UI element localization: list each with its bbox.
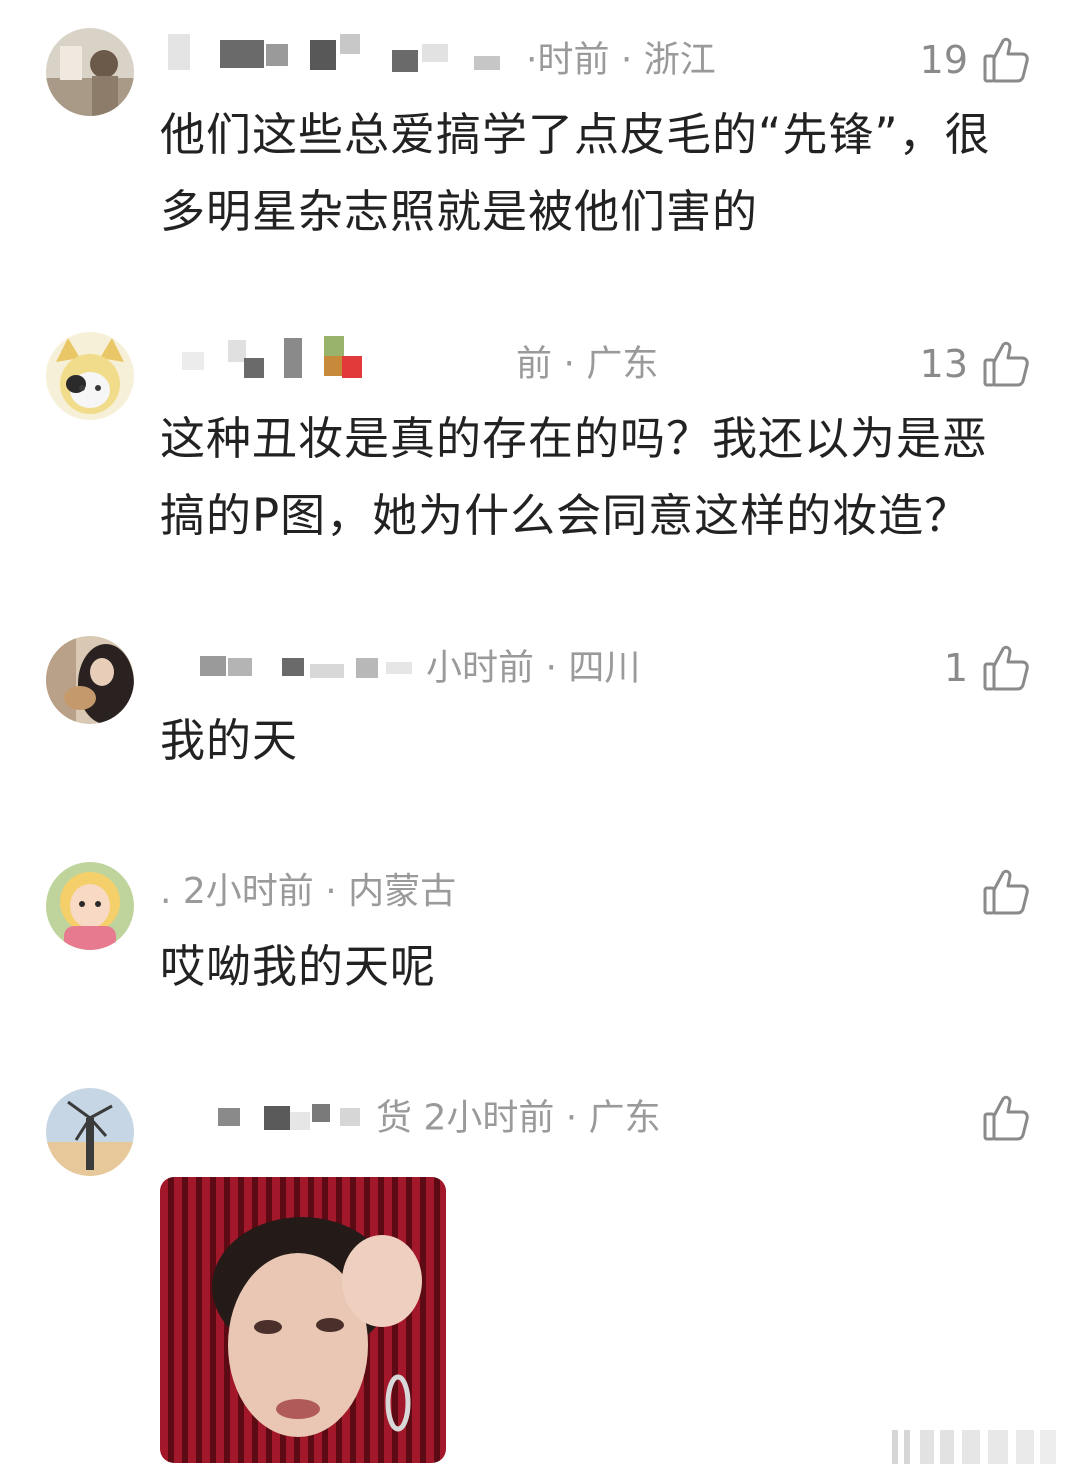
like-count: 19 <box>919 38 968 82</box>
like-count: 13 <box>919 342 968 386</box>
comment-time-location: . 2小时前 · 内蒙古 <box>160 871 457 912</box>
comment-meta: . 2小时前 · 内蒙古 <box>160 862 456 922</box>
like-button[interactable]: 1 <box>944 638 1030 698</box>
avatar[interactable] <box>46 332 134 420</box>
comment-meta: 货 2小时前 · 广东 <box>160 1088 661 1148</box>
blurred-username <box>160 30 520 93</box>
thumbs-up-icon <box>983 645 1029 691</box>
thumbs-up-icon <box>983 37 1029 83</box>
thumbs-up-icon <box>983 341 1029 387</box>
like-button[interactable]: 19 <box>920 30 1030 90</box>
watermark-logo <box>890 1426 1060 1468</box>
blurred-username <box>160 334 440 397</box>
blurred-username <box>160 1088 370 1151</box>
avatar[interactable] <box>46 1088 134 1176</box>
thumbs-up-icon <box>983 1095 1029 1141</box>
comment-text: 这种丑妆是真的存在的吗？我还以为是恶搞的P图，她为什么会同意这样的妆造？ <box>160 412 989 542</box>
comment-meta: 前 · 广东 <box>160 334 658 394</box>
comment-time-location: ·时前 · 浙江 <box>526 39 716 81</box>
avatar[interactable] <box>46 636 134 724</box>
comment-text: 他们这些总爱搞学了点皮毛的“先锋”，很多明星杂志照就是被他们害的 <box>160 108 991 238</box>
avatar[interactable] <box>46 28 134 116</box>
like-count: 1 <box>943 646 968 690</box>
avatar[interactable] <box>46 862 134 950</box>
comment-time-location: 小时前 · 四川 <box>426 647 641 689</box>
comment-text: 哎呦我的天呢 <box>160 940 437 993</box>
comment-meta: 小时前 · 四川 <box>160 638 640 698</box>
thumbs-up-icon <box>983 869 1029 915</box>
blurred-username <box>160 638 420 701</box>
image-reply[interactable] <box>160 1177 446 1463</box>
like-button[interactable]: 13 <box>920 334 1030 394</box>
comment-time-location: 货 2小时前 · 广东 <box>376 1097 661 1139</box>
comment-meta: ·时前 · 浙江 <box>160 30 716 90</box>
like-button[interactable] <box>968 1088 1030 1148</box>
comment-time-location: 前 · 广东 <box>516 343 659 385</box>
like-button[interactable] <box>968 862 1030 922</box>
comment-text: 我的天 <box>160 714 299 767</box>
